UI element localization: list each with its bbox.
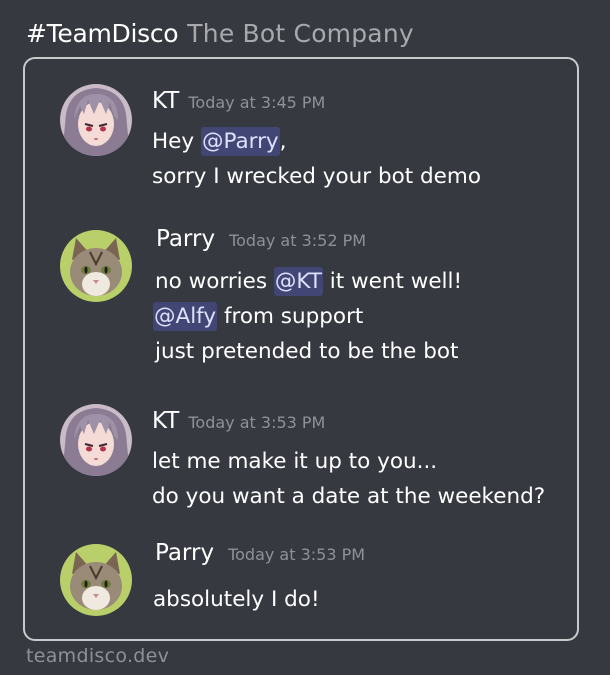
chat-box: KT Today at 3:45 PM Hey @Parry, sorry I … <box>23 57 579 641</box>
brand-title: #TeamDisco <box>26 18 179 48</box>
anime-girl-avatar-icon <box>60 404 132 476</box>
cat-avatar-icon <box>60 544 132 616</box>
message-line: absolutely I do! <box>153 587 320 612</box>
brand-tagline: The Bot Company <box>187 18 414 48</box>
cat-avatar-icon <box>60 230 132 302</box>
mention-alfy[interactable]: @Alfy <box>153 302 218 331</box>
username[interactable]: KT <box>152 408 179 434</box>
message-line: just pretended to be the bot <box>155 339 459 364</box>
footer-site: teamdisco.dev <box>26 645 170 667</box>
parry-avatar[interactable] <box>60 544 132 616</box>
timestamp: Today at 3:45 PM <box>188 93 326 112</box>
kt-avatar[interactable] <box>60 84 132 156</box>
timestamp: Today at 3:53 PM <box>228 545 366 564</box>
message-header: Parry Today at 3:52 PM <box>156 226 366 252</box>
username[interactable]: Parry <box>156 226 215 252</box>
username[interactable]: KT <box>152 88 179 114</box>
parry-avatar[interactable] <box>60 230 132 302</box>
message-line: do you want a date at the weekend? <box>152 484 546 509</box>
timestamp: Today at 3:52 PM <box>229 231 367 250</box>
message-line: Hey @Parry, <box>152 127 287 156</box>
mention-kt[interactable]: @KT <box>273 267 323 296</box>
username[interactable]: Parry <box>155 540 214 566</box>
anime-girl-avatar-icon <box>60 84 132 156</box>
message-header: KT Today at 3:53 PM <box>152 408 325 434</box>
message-header: Parry Today at 3:53 PM <box>155 540 365 566</box>
header: #TeamDisco The Bot Company <box>26 15 414 51</box>
message-header: KT Today at 3:45 PM <box>152 88 325 114</box>
message-line: @Alfy from support <box>153 302 364 331</box>
message-line: no worries @KT it went well! <box>155 267 463 296</box>
mention-parry[interactable]: @Parry <box>200 127 280 156</box>
kt-avatar[interactable] <box>60 404 132 476</box>
message-line: sorry I wrecked your bot demo <box>152 164 481 189</box>
timestamp: Today at 3:53 PM <box>188 413 326 432</box>
message-line: let me make it up to you... <box>152 449 438 474</box>
